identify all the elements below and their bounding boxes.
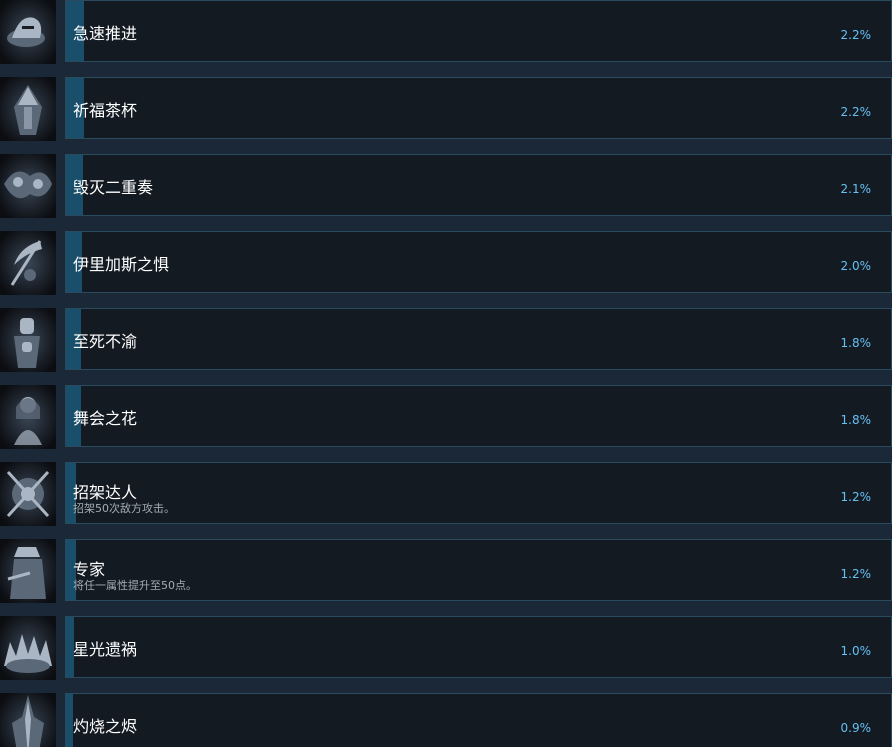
achievement-panel: 祈福茶杯 2.2% [65, 77, 892, 139]
achievement-panel: 至死不渝 1.8% [65, 308, 892, 370]
achievement-panel: 灼烧之烬 0.9% [65, 693, 892, 747]
scythe-icon [0, 231, 56, 295]
achievement-percent: 2.1% [840, 182, 872, 196]
achievement-title: 灼烧之烬 [73, 717, 138, 736]
achievement-title: 星光遗祸 [73, 640, 138, 659]
achievement-row[interactable]: 舞会之花 1.8% [0, 385, 892, 449]
rider-helmet-icon [0, 0, 56, 64]
achievement-percent: 2.2% [840, 28, 872, 42]
achievement-title: 至死不渝 [73, 332, 138, 351]
hunter-icon [0, 539, 56, 603]
achievement-row[interactable]: 祈福茶杯 2.2% [0, 77, 892, 141]
achievement-percent: 1.2% [840, 490, 872, 504]
knight-hands-icon [0, 308, 56, 372]
achievement-percent: 2.2% [840, 105, 872, 119]
crossed-swords-emblem-icon [0, 462, 56, 526]
achievement-panel: 急速推进 2.2% [65, 0, 892, 62]
achievement-panel: 招架达人 招架50次敌方攻击。 1.2% [65, 462, 892, 524]
achievement-percent: 2.0% [840, 259, 872, 273]
achievement-title: 毁灭二重奏 [73, 178, 154, 197]
achievement-row[interactable]: 招架达人 招架50次敌方攻击。 1.2% [0, 462, 892, 526]
spiked-beast-icon [0, 616, 56, 680]
achievement-row[interactable]: 伊里加斯之惧 2.0% [0, 231, 892, 295]
achievement-row[interactable]: 急速推进 2.2% [0, 0, 892, 64]
achievement-title: 伊里加斯之惧 [73, 255, 170, 274]
achievement-panel: 星光遗祸 1.0% [65, 616, 892, 678]
achievement-description: 招架50次敌方攻击。 [73, 502, 175, 515]
achievement-percent: 1.2% [840, 567, 872, 581]
achievement-percent: 1.8% [840, 336, 872, 350]
achievement-panel: 毁灭二重奏 2.1% [65, 154, 892, 216]
achievement-panel: 专家 将任一属性提升至50点。 1.2% [65, 539, 892, 601]
hooded-witch-icon [0, 77, 56, 141]
achievement-percent: 0.9% [840, 721, 872, 735]
achievement-title: 祈福茶杯 [73, 101, 138, 120]
achievement-percent: 1.8% [840, 413, 872, 427]
achievement-title: 急速推进 [73, 24, 138, 43]
achievement-list: 急速推进 2.2% 祈福茶杯 2.2% 毁灭二重奏 2.1% 伊里加斯之惧 2.0% 至死不渝 1… [0, 0, 892, 747]
achievement-panel: 舞会之花 1.8% [65, 385, 892, 447]
twin-beast-icon [0, 154, 56, 218]
achievement-row[interactable]: 毁灭二重奏 2.1% [0, 154, 892, 218]
achievement-description: 将任一属性提升至50点。 [73, 579, 197, 592]
achievement-row[interactable]: 星光遗祸 1.0% [0, 616, 892, 680]
lady-portrait-icon [0, 385, 56, 449]
achievement-row[interactable]: 专家 将任一属性提升至50点。 1.2% [0, 539, 892, 603]
achievement-title: 舞会之花 [73, 409, 138, 428]
gothic-spire-icon [0, 693, 56, 747]
achievement-row[interactable]: 至死不渝 1.8% [0, 308, 892, 372]
achievement-percent: 1.0% [840, 644, 872, 658]
achievement-panel: 伊里加斯之惧 2.0% [65, 231, 892, 293]
achievement-row[interactable]: 灼烧之烬 0.9% [0, 693, 892, 747]
progress-fill [66, 694, 73, 747]
